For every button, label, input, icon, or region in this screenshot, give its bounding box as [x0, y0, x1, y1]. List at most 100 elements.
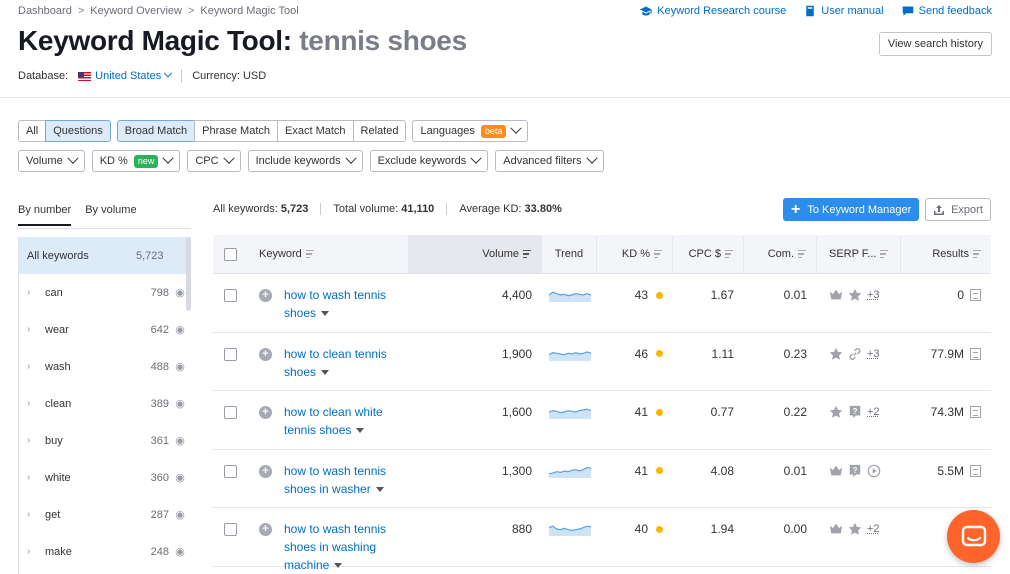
sidebar-item-wash[interactable]: › wash 488 ◉ — [19, 348, 191, 385]
user-manual-label: User manual — [821, 5, 884, 17]
column-serp-features[interactable]: SERP F... — [817, 235, 901, 273]
keyword-link[interactable]: how to wash tennis shoes — [284, 286, 409, 322]
row-checkbox[interactable] — [223, 289, 237, 302]
sidebar-item-all-keywords[interactable]: All keywords 5,723 — [19, 237, 191, 274]
tab-questions[interactable]: Questions — [45, 120, 111, 142]
column-kd[interactable]: KD % — [597, 235, 673, 273]
row-checkbox[interactable] — [223, 464, 237, 478]
row-checkbox[interactable] — [223, 406, 237, 419]
caret-down-icon[interactable] — [356, 428, 365, 434]
keyword-research-course-label: Keyword Research course — [657, 5, 787, 17]
add-keyword-icon[interactable]: + — [259, 523, 272, 536]
chevron-right-icon[interactable]: › — [27, 361, 45, 372]
include-keywords-filter[interactable]: Include keywords — [247, 150, 363, 172]
chevron-right-icon[interactable]: › — [27, 398, 45, 409]
sidebar-item-get[interactable]: › get 287 ◉ — [19, 496, 191, 533]
tab-phrase-match[interactable]: Phrase Match — [194, 120, 279, 142]
add-keyword-icon[interactable]: + — [259, 406, 272, 419]
all-keywords-stat-label: All keywords: — [213, 203, 278, 215]
chevron-right-icon[interactable]: › — [27, 324, 45, 335]
chevron-right-icon[interactable]: › — [27, 435, 45, 446]
exclude-keywords-filter[interactable]: Exclude keywords — [369, 150, 489, 172]
volume-filter[interactable]: Volume — [18, 150, 85, 172]
sidebar-item-count: 642 — [150, 323, 169, 336]
sidebar-item-make[interactable]: › make 248 ◉ — [19, 533, 191, 570]
eye-icon[interactable]: ◉ — [169, 471, 191, 484]
caret-down-icon[interactable] — [321, 369, 330, 375]
breadcrumb-keyword-overview[interactable]: Keyword Overview — [90, 5, 182, 17]
cpc-filter[interactable]: CPC — [187, 150, 241, 172]
column-competition[interactable]: Com. — [744, 235, 817, 273]
tab-by-number[interactable]: By number — [18, 204, 72, 226]
serp-snapshot-icon[interactable] — [970, 406, 981, 418]
sidebar-item-count: 488 — [150, 360, 169, 373]
column-cpc[interactable]: CPC $ — [673, 235, 744, 273]
sidebar-scrollbar[interactable] — [186, 237, 191, 311]
tab-by-volume[interactable]: By volume — [85, 204, 136, 226]
chevron-right-icon[interactable]: › — [27, 287, 45, 298]
send-feedback-link[interactable]: Send feedback — [902, 5, 992, 17]
column-keyword[interactable]: Keyword — [247, 235, 409, 273]
serp-more-link[interactable]: +2 — [867, 406, 880, 418]
sidebar-item-can[interactable]: › can 798 ◉ — [19, 274, 191, 311]
column-results[interactable]: Results — [901, 235, 991, 273]
tab-related[interactable]: Related — [352, 120, 407, 142]
eye-icon[interactable]: ◉ — [169, 397, 191, 410]
breadcrumb-dashboard[interactable]: Dashboard — [18, 5, 72, 17]
sidebar-item-wear[interactable]: › wear 642 ◉ — [19, 311, 191, 348]
keyword-link[interactable]: how to wash tennis shoes in washer — [284, 462, 409, 498]
caret-down-icon[interactable] — [334, 563, 343, 569]
chat-widget-button[interactable] — [947, 510, 1000, 563]
tab-exact-match[interactable]: Exact Match — [277, 120, 354, 142]
column-volume[interactable]: Volume — [409, 235, 542, 273]
tab-all[interactable]: All — [18, 120, 47, 142]
eye-icon[interactable]: ◉ — [169, 434, 191, 447]
view-search-history-button[interactable]: View search history — [878, 32, 992, 56]
keyword-link[interactable]: how to wash tennis shoes in washing mach… — [284, 520, 409, 574]
serp-more-link[interactable]: +3 — [867, 348, 880, 360]
tab-broad-match[interactable]: Broad Match — [116, 120, 196, 142]
sidebar-groups-list: › can 798 ◉ › wear 642 ◉ › wash 488 ◉ › … — [19, 274, 191, 570]
row-checkbox[interactable] — [223, 523, 237, 536]
serp-features-cell: ? +2 — [817, 391, 901, 419]
chevron-right-icon[interactable]: › — [27, 546, 45, 557]
volume-cell: 1,600 — [501, 405, 532, 419]
kd-filter[interactable]: KD % new — [91, 150, 181, 172]
serp-snapshot-icon[interactable] — [970, 289, 981, 301]
volume-cell: 880 — [511, 522, 532, 536]
caret-down-icon[interactable] — [321, 311, 330, 317]
add-keyword-icon[interactable]: + — [259, 347, 272, 361]
to-keyword-manager-label: To Keyword Manager — [807, 203, 912, 216]
sidebar-item-label: white — [45, 471, 71, 484]
row-checkbox[interactable] — [223, 347, 237, 361]
to-keyword-manager-button[interactable]: + To Keyword Manager — [783, 198, 920, 221]
eye-icon[interactable]: ◉ — [169, 360, 191, 373]
keyword-link[interactable]: how to clean tennis shoes — [284, 345, 409, 381]
sidebar-item-buy[interactable]: › buy 361 ◉ — [19, 422, 191, 459]
add-keyword-icon[interactable]: + — [259, 289, 272, 302]
star-icon — [848, 522, 862, 535]
export-button[interactable]: Export — [925, 198, 991, 221]
add-keyword-icon[interactable]: + — [259, 464, 272, 478]
advanced-filters-dropdown[interactable]: Advanced filters — [495, 150, 604, 172]
eye-icon[interactable]: ◉ — [169, 545, 191, 558]
serp-snapshot-icon[interactable] — [970, 464, 981, 477]
keyword-link[interactable]: how to clean white tennis shoes — [284, 403, 409, 439]
select-all-checkbox[interactable] — [223, 247, 237, 261]
serp-more-link[interactable]: +2 — [867, 523, 880, 535]
database-selector[interactable]: United States — [78, 68, 173, 82]
eye-icon[interactable]: ◉ — [169, 323, 191, 336]
caret-down-icon[interactable] — [375, 486, 384, 492]
sidebar-item-clean[interactable]: › clean 389 ◉ — [19, 385, 191, 422]
chevron-down-icon — [510, 122, 523, 134]
chevron-right-icon[interactable]: › — [27, 509, 45, 520]
serp-more-link[interactable]: +3 — [867, 289, 880, 301]
sidebar-item-white[interactable]: › white 360 ◉ — [19, 459, 191, 496]
user-manual-link[interactable]: User manual — [804, 5, 884, 17]
chevron-right-icon[interactable]: › — [27, 472, 45, 483]
keyword-research-course-link[interactable]: Keyword Research course — [640, 5, 786, 17]
serp-snapshot-icon[interactable] — [970, 347, 981, 360]
eye-icon[interactable]: ◉ — [169, 508, 191, 521]
column-keyword-label: Keyword — [259, 248, 302, 260]
languages-dropdown[interactable]: Languages beta — [412, 120, 529, 142]
